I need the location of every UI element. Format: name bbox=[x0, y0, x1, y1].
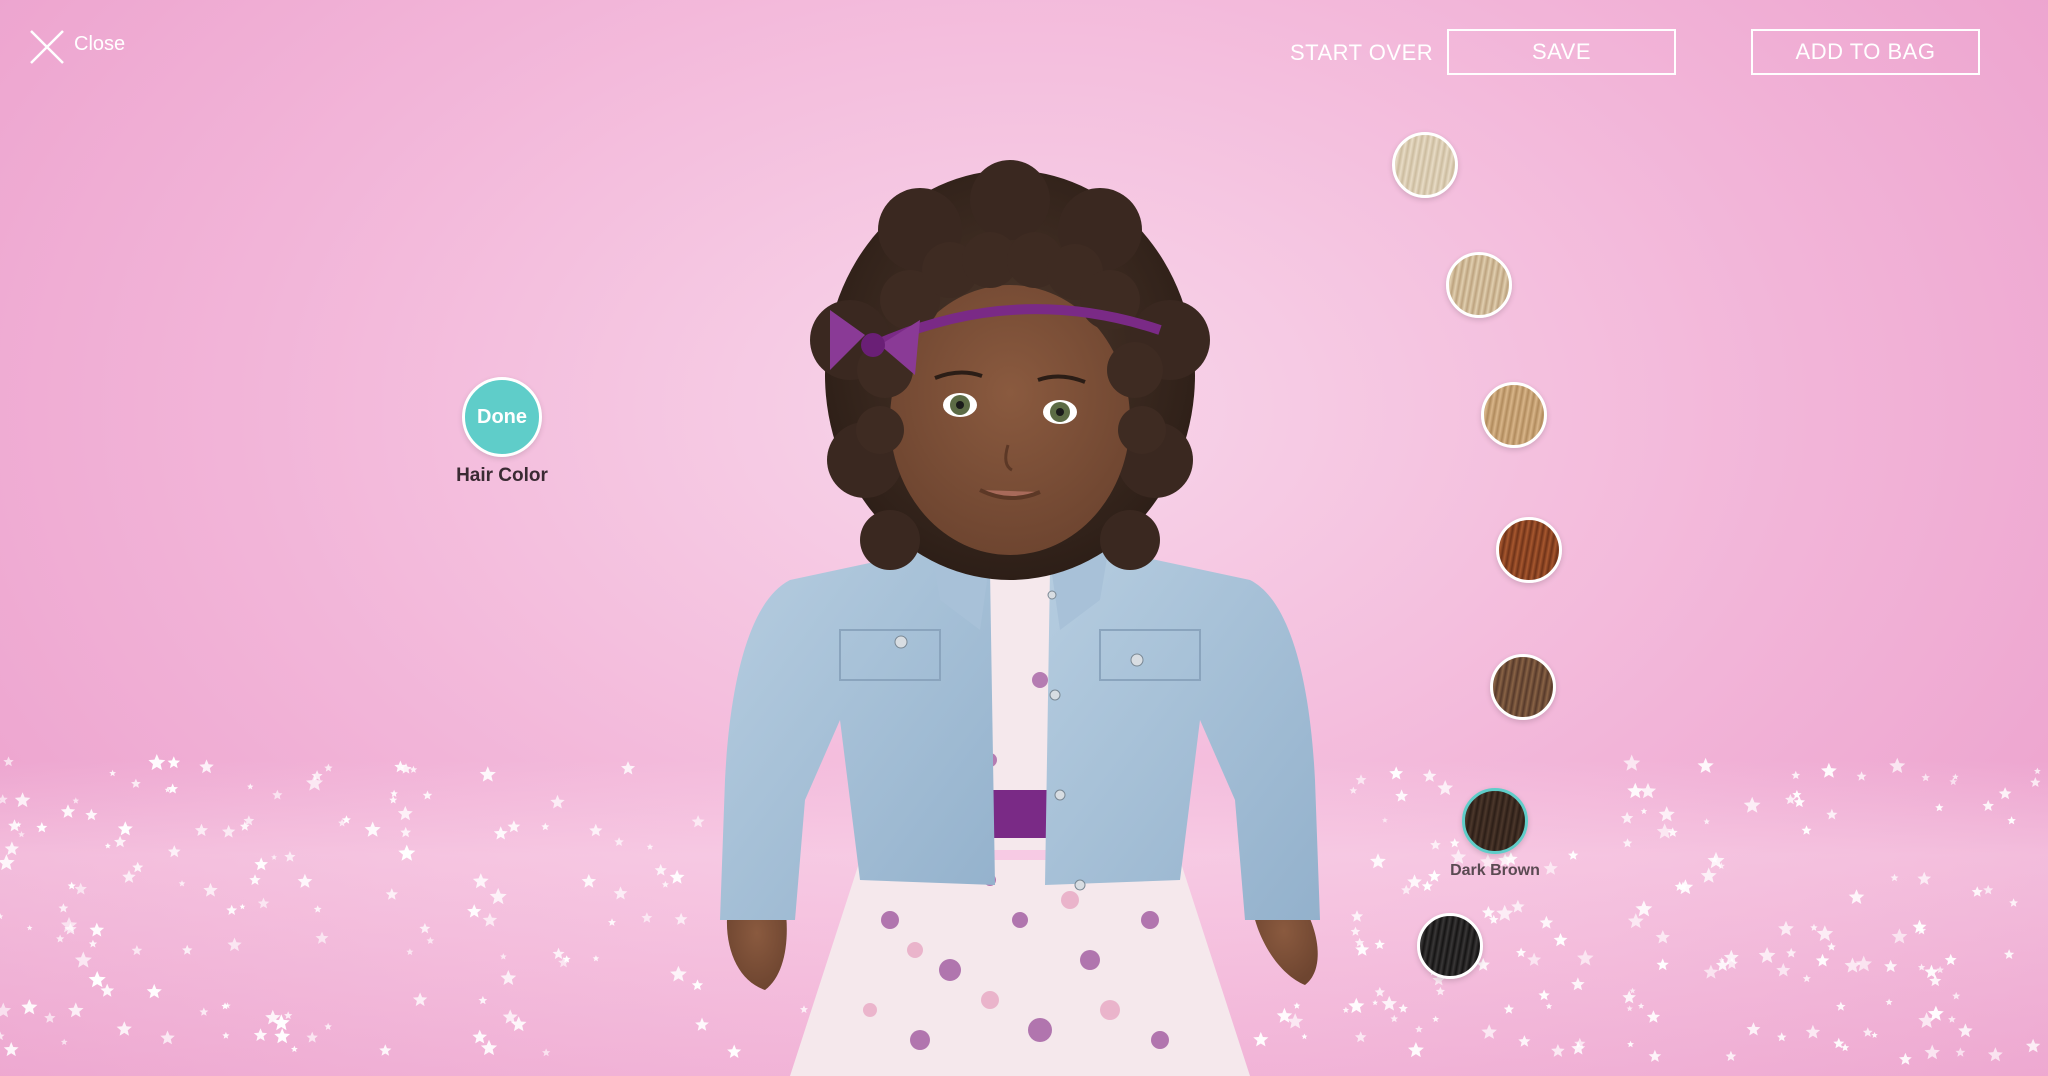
dress-skirt bbox=[790, 860, 1250, 1076]
step-title: Hair Color bbox=[456, 465, 548, 486]
light-blonde-swatch[interactable] bbox=[1446, 252, 1512, 318]
close-button[interactable]: Close bbox=[28, 28, 125, 66]
auburn-swatch[interactable] bbox=[1496, 517, 1562, 583]
save-button[interactable]: SAVE bbox=[1447, 29, 1676, 75]
close-icon bbox=[30, 30, 64, 64]
start-over-button[interactable]: START OVER bbox=[1290, 40, 1433, 66]
golden-blonde-swatch[interactable] bbox=[1481, 382, 1547, 448]
brown-swatch[interactable] bbox=[1490, 654, 1556, 720]
add-to-bag-button[interactable]: ADD TO BAG bbox=[1751, 29, 1980, 75]
doll-preview bbox=[720, 160, 1320, 1076]
done-button[interactable]: Done bbox=[462, 377, 542, 457]
close-label: Close bbox=[74, 32, 126, 55]
black-swatch[interactable] bbox=[1417, 913, 1483, 979]
platinum-swatch[interactable] bbox=[1392, 132, 1458, 198]
swatch-label: Dark Brown bbox=[1450, 862, 1540, 879]
dark-brown-swatch[interactable] bbox=[1462, 788, 1528, 854]
